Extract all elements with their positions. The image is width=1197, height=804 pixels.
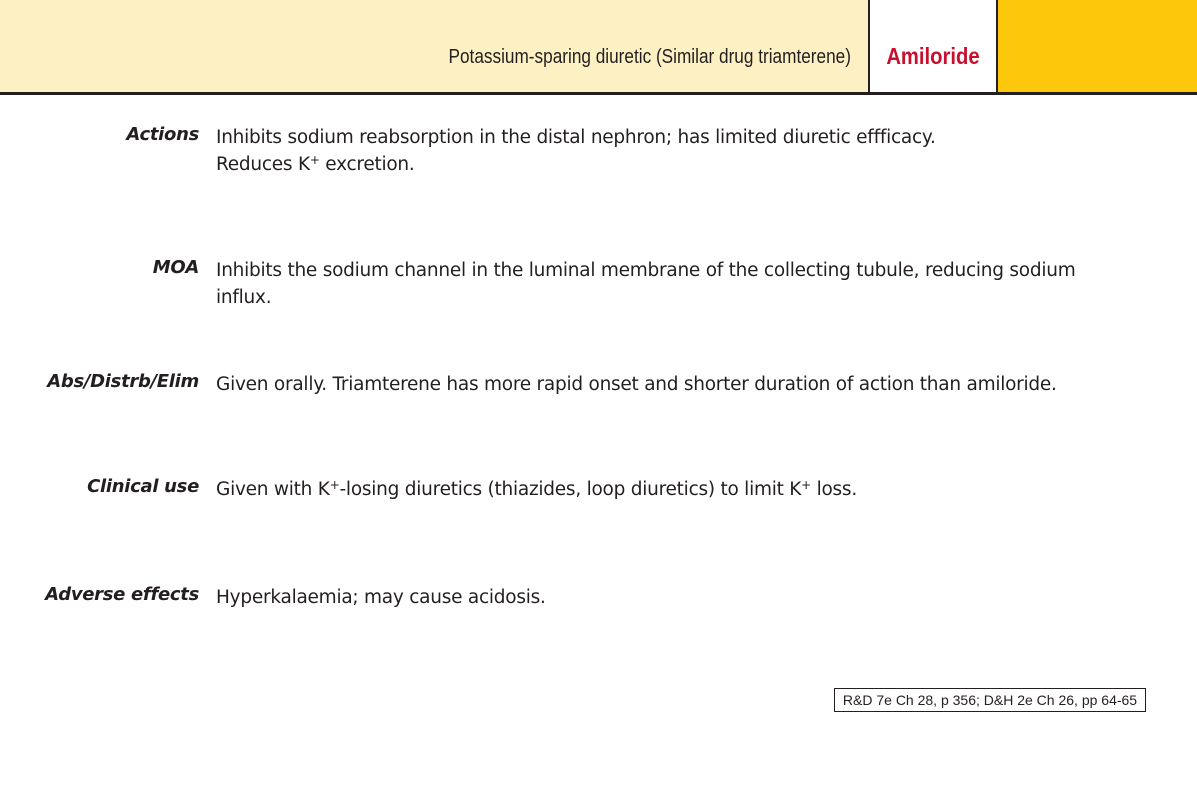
clinical-text-pre: Given with K xyxy=(216,479,330,500)
actions-line-2-post: excretion. xyxy=(319,154,415,175)
section-label-actions: Actions xyxy=(126,124,199,145)
reference-box: R&D 7e Ch 28, p 356; D&H 2e Ch 26, pp 64… xyxy=(834,688,1146,712)
actions-line-2: Reduces K+ excretion. xyxy=(216,151,1116,178)
actions-line-1: Inhibits sodium reabsorption in the dist… xyxy=(216,127,936,148)
actions-line-2-pre: Reduces K xyxy=(216,154,310,175)
section-text-adverse: Hyperkalaemia; may cause acidosis. xyxy=(216,587,546,608)
drug-title: Amiloride xyxy=(886,43,980,69)
header-divider xyxy=(0,92,1197,95)
accent-block xyxy=(998,0,1197,92)
title-box: Amiloride xyxy=(868,0,998,92)
potassium-superscript: + xyxy=(309,153,320,167)
section-text-clinical: Given with K+-losing diuretics (thiazide… xyxy=(216,476,1116,503)
section-text-abs: Given orally. Triamterene has more rapid… xyxy=(216,374,1057,395)
section-label-moa: MOA xyxy=(152,257,200,278)
section-text-moa: Inhibits the sodium channel in the lumin… xyxy=(216,260,1076,308)
section-label-adverse: Adverse effects xyxy=(45,584,199,605)
clinical-text-post: loss. xyxy=(810,479,858,500)
potassium-superscript: + xyxy=(329,478,340,492)
section-label-clinical: Clinical use xyxy=(87,476,199,497)
potassium-superscript: + xyxy=(801,478,811,492)
section-label-abs: Abs/Distrb/Elim xyxy=(47,371,199,392)
clinical-text-mid: -losing diuretics (thiazides, loop diure… xyxy=(339,479,802,500)
section-text-actions: Inhibits sodium reabsorption in the dist… xyxy=(216,124,1116,178)
drug-class-subtitle: Potassium-sparing diuretic (Similar drug… xyxy=(448,46,851,68)
